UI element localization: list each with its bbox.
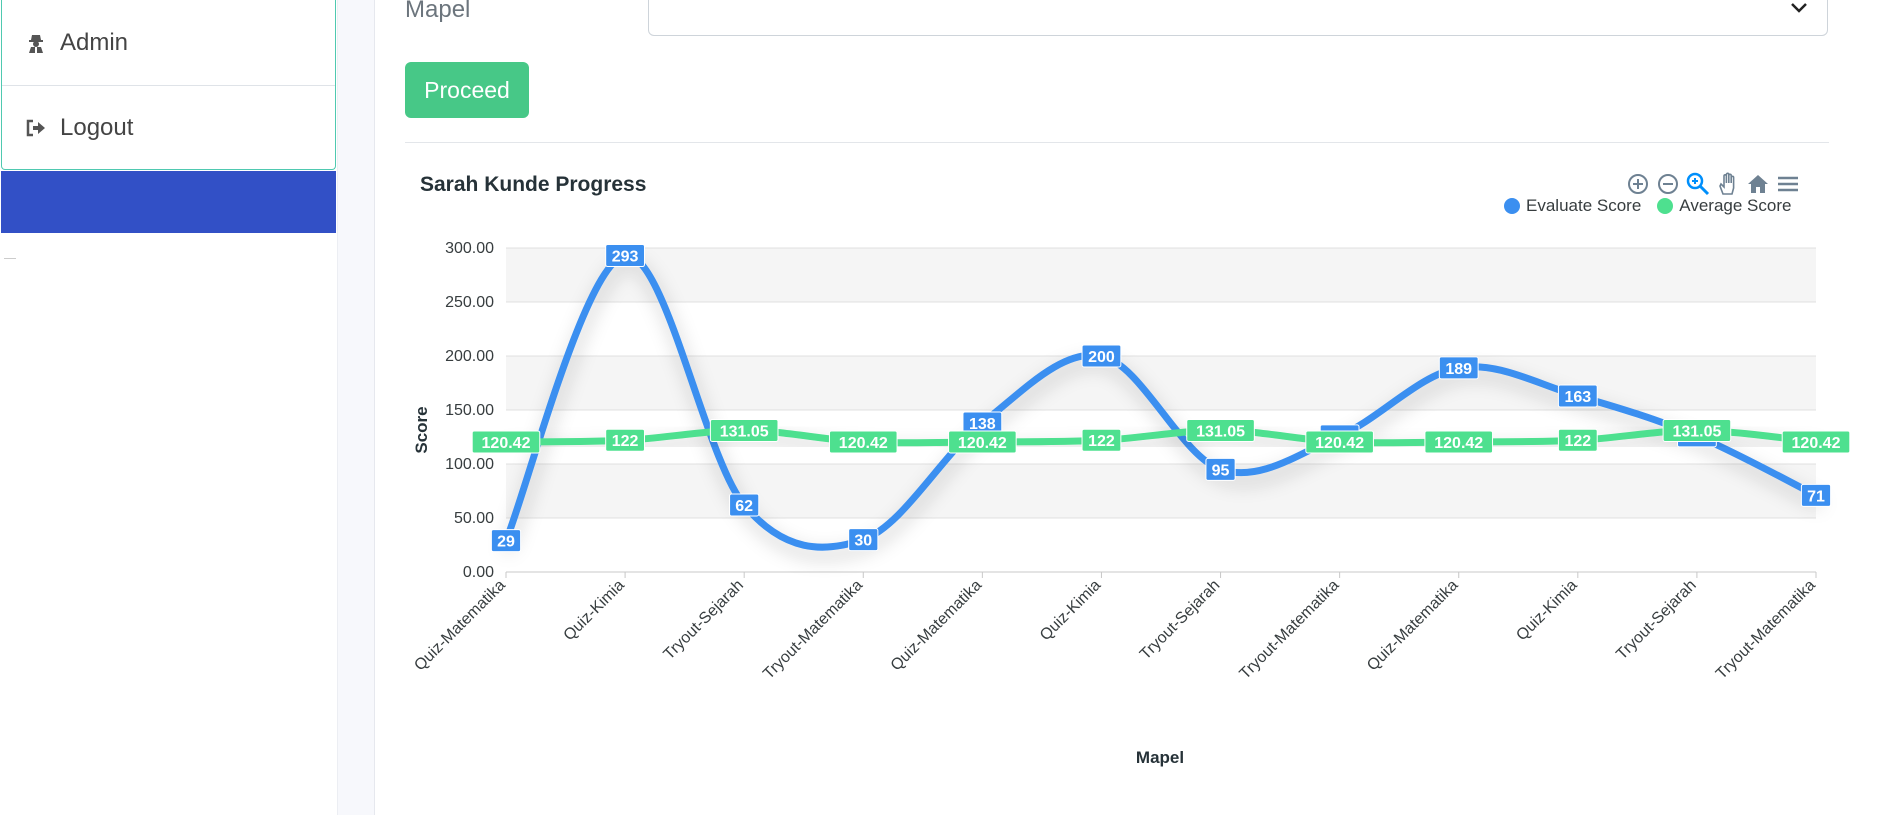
y-axis-title: Score: [412, 406, 431, 453]
sign-out-icon: [26, 118, 46, 138]
x-tick-label: Tryout-Matematika: [1237, 577, 1343, 683]
data-label: 131.05: [1662, 418, 1732, 442]
y-tick-label: 150.00: [445, 402, 494, 419]
data-label: 189: [1438, 356, 1479, 380]
legend-label: Evaluate Score: [1526, 196, 1642, 215]
sidebar-item-logout[interactable]: Logout: [2, 85, 335, 170]
x-tick-label: Tryout-Sejarah: [1137, 577, 1223, 663]
sidebar: Admin Logout: [0, 0, 338, 815]
data-label-text: 29: [497, 534, 515, 551]
y-tick-label: 300.00: [445, 240, 494, 257]
grid-band: [506, 248, 1816, 302]
x-tick-label: Quiz-Kimia: [1037, 577, 1104, 644]
pan-hand-icon[interactable]: [1716, 172, 1740, 196]
divider: [405, 142, 1829, 143]
data-label: 120.42: [948, 430, 1017, 454]
data-label: 120.42: [1305, 430, 1374, 454]
x-tick-label: Quiz-Matematika: [888, 577, 986, 675]
data-label-text: 122: [1088, 433, 1115, 450]
data-label-text: 200: [1088, 349, 1115, 366]
y-tick-label: 250.00: [445, 294, 494, 311]
data-label: 62: [729, 493, 760, 517]
sidebar-menu: Admin Logout: [1, 0, 336, 170]
data-label-text: 120.42: [958, 435, 1007, 452]
x-tick-label: Tryout-Matematika: [760, 577, 866, 683]
data-label: 122: [1557, 428, 1598, 452]
data-label-text: 122: [1564, 433, 1591, 450]
data-label-text: 120.42: [482, 435, 531, 452]
data-label-text: 120.42: [1434, 435, 1483, 452]
data-label-text: 131.05: [720, 423, 769, 440]
data-label: 163: [1557, 384, 1598, 408]
sidebar-border: [337, 0, 338, 815]
zoom-in-icon[interactable]: [1626, 172, 1650, 196]
x-tick-label: Quiz-Matematika: [1364, 577, 1462, 675]
grid-band: [506, 464, 1816, 518]
zoom-out-icon[interactable]: [1656, 172, 1680, 196]
y-tick-label: 100.00: [445, 456, 494, 473]
data-label-text: 131.05: [1196, 423, 1245, 440]
sidebar-item-label: Logout: [60, 114, 134, 141]
sidebar-accent-block: [1, 171, 336, 233]
sidebar-divider: [4, 258, 16, 259]
zoom-selection-icon[interactable]: [1686, 172, 1710, 196]
data-label-text: 120.42: [839, 435, 888, 452]
user-secret-icon: [26, 33, 46, 53]
legend-entry-evaluate[interactable]: Evaluate Score: [1504, 196, 1641, 216]
legend-entry-average[interactable]: Average Score: [1657, 196, 1791, 216]
legend-label: Average Score: [1679, 196, 1792, 215]
data-label: 30: [848, 528, 879, 552]
sidebar-item-admin[interactable]: Admin: [2, 0, 335, 85]
data-label: 120.42: [828, 430, 898, 454]
x-tick-label: Tryout-Sejarah: [661, 577, 747, 663]
progress-line-chart: 2929362301382009512618916312671120.42122…: [411, 240, 1851, 767]
chart-title: Sarah Kunde Progress: [420, 173, 647, 196]
x-tick-label: Tryout-Sejarah: [1613, 577, 1699, 663]
mapel-select[interactable]: [648, 0, 1828, 36]
data-label: 122: [1081, 428, 1122, 452]
x-tick-label: Quiz-Kimia: [561, 577, 628, 644]
data-label: 131.05: [1186, 418, 1255, 442]
data-label: 122: [605, 428, 645, 452]
data-label-text: 189: [1445, 361, 1472, 378]
x-tick-label: Tryout-Matematika: [1713, 577, 1819, 683]
series-line-average: [502, 426, 1820, 447]
y-tick-label: 50.00: [454, 510, 494, 527]
data-label: 120.42: [471, 430, 541, 454]
chevron-down-icon: [1789, 0, 1809, 22]
data-label-text: 120.42: [1315, 435, 1364, 452]
data-label: 29: [490, 529, 522, 553]
x-tick-label: Quiz-Kimia: [1513, 577, 1580, 644]
legend-marker: [1657, 198, 1674, 214]
data-label: 95: [1205, 457, 1236, 481]
mapel-label: Mapel: [405, 0, 471, 23]
data-label-text: 95: [1212, 462, 1230, 479]
x-axis-title: Mapel: [1136, 748, 1184, 767]
sidebar-item-label: Admin: [60, 28, 129, 56]
proceed-button[interactable]: Proceed: [405, 62, 529, 118]
chart-legend: Evaluate Score Average Score: [1504, 196, 1807, 216]
data-label-text: 62: [735, 498, 753, 515]
data-label: 71: [1800, 483, 1832, 507]
data-label: 131.05: [709, 418, 779, 442]
data-label-text: 293: [612, 249, 639, 266]
data-label-text: 131.05: [1672, 423, 1721, 440]
data-label-text: 71: [1807, 488, 1825, 505]
y-tick-label: 200.00: [445, 348, 494, 365]
x-tick-label: Quiz-Matematika: [411, 577, 509, 675]
data-label-text: 163: [1564, 389, 1591, 406]
data-label: 293: [605, 244, 645, 268]
legend-marker: [1504, 198, 1520, 214]
data-label-text: 120.42: [1792, 435, 1841, 452]
chart-toolbar: [1626, 172, 1800, 196]
data-label-text: 138: [969, 416, 996, 433]
data-label-text: 30: [854, 533, 872, 550]
y-tick-label: 0.00: [463, 564, 494, 581]
data-label-text: 122: [612, 433, 639, 450]
menu-icon[interactable]: [1776, 172, 1800, 196]
reset-home-icon[interactable]: [1746, 172, 1770, 196]
data-label: 120.42: [1424, 430, 1494, 454]
data-label: 120.42: [1781, 430, 1851, 454]
data-label: 200: [1081, 344, 1122, 368]
